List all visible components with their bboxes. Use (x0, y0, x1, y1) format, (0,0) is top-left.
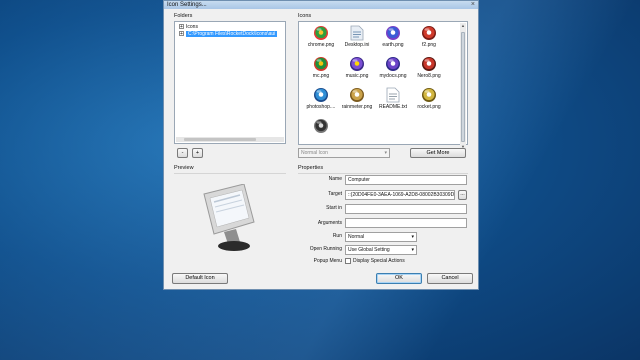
folders-horizontal-scrollbar[interactable] (176, 137, 284, 142)
divider (174, 173, 286, 174)
earth-icon (386, 26, 400, 40)
f2-icon (422, 26, 436, 40)
preview-label: Preview (174, 165, 194, 171)
nero-icon (422, 57, 436, 71)
icons-label: Icons (298, 13, 312, 19)
photoshop-icon (314, 88, 328, 102)
icons-grid[interactable]: chrome.png Desktop.ini earth.png f2.png … (298, 21, 468, 149)
open-running-select[interactable]: Use Global Setting ▾ (345, 245, 417, 255)
title-bar: Icon Settings... × (164, 1, 478, 9)
icon-file-name: f2.png (422, 42, 436, 48)
chevron-down-icon: ▾ (411, 247, 414, 253)
open-running-label: Open Running (309, 246, 342, 252)
popup-menu-label: Popup Menu (313, 258, 342, 264)
preview-computer-icon (202, 183, 260, 254)
target-label: Target (328, 191, 342, 197)
target-field[interactable]: ::{20D04FE0-3AEA-1069-A2D8-08002B30309D} (345, 190, 455, 200)
tree-item-aui-folder[interactable]: + C:\Program Files\RocketDock\Icons\aui (179, 31, 278, 37)
get-more-button[interactable]: Get More (410, 148, 466, 158)
icon-settings-dialog: Icon Settings... × Folders + Icons + C:\Pr… (163, 0, 479, 290)
chevron-down-icon: ▾ (384, 150, 387, 156)
icon-file-name: rocket.png (417, 104, 441, 110)
start-in-label: Start in (326, 205, 342, 211)
run-value: Normal (348, 234, 365, 240)
icons-vertical-scrollbar[interactable]: ▲ ▼ (460, 23, 466, 149)
ok-button[interactable]: OK (376, 273, 422, 284)
music-icon (350, 57, 364, 71)
scrollbar-thumb[interactable] (184, 138, 256, 141)
tree-item-icons[interactable]: + Icons (179, 24, 198, 30)
rainmeter-icon (350, 88, 364, 102)
icon-file-name: rainmeter.png (341, 104, 373, 110)
mydocs-icon (386, 57, 400, 71)
ini-file-icon (350, 25, 364, 41)
icon-file-name: Nero8.png (417, 73, 441, 79)
scrollbar-thumb[interactable] (461, 32, 465, 142)
rocket-icon (422, 88, 436, 102)
expand-icon[interactable]: + (179, 24, 184, 30)
icon-grid-item[interactable]: rocket.png (411, 87, 447, 123)
chevron-down-icon: ▾ (411, 234, 414, 240)
add-folder-button[interactable]: + (192, 148, 203, 158)
tree-item-label: Icons (186, 24, 198, 30)
icon-filter-value: Normal Icon (301, 150, 328, 156)
icon-grid-item[interactable]: README.txt (375, 87, 411, 123)
window-title: Icon Settings... (167, 2, 207, 8)
mc-icon (314, 57, 328, 71)
icon-file-name: music.png (345, 73, 369, 79)
browse-target-button[interactable]: ... (458, 190, 467, 200)
default-icon-button[interactable]: Default Icon (172, 273, 228, 284)
start-in-field[interactable] (345, 204, 467, 214)
name-field[interactable]: Computer (345, 175, 467, 185)
close-icon[interactable]: × (471, 1, 475, 9)
icon-file-name: mc.png (312, 73, 330, 79)
display-special-actions-label: Display Special Actions (353, 258, 405, 264)
folders-tree[interactable]: + Icons + C:\Program Files\RocketDock\Icon… (174, 21, 286, 144)
icon-grid-item[interactable]: rainmeter.png (339, 87, 375, 123)
cancel-button[interactable]: Cancel (427, 273, 473, 284)
text-file-icon (386, 87, 400, 103)
display-special-actions-checkbox[interactable] (345, 258, 351, 264)
icon-file-name: earth.png (382, 42, 404, 48)
open-running-value: Use Global Setting (348, 247, 390, 253)
icon-file-name: photoshop.... (306, 104, 336, 110)
properties-label: Properties (298, 165, 324, 171)
scroll-up-icon[interactable]: ▲ (460, 23, 466, 28)
name-label: Name (328, 176, 342, 182)
icon-file-name: mydocs.png (379, 73, 407, 79)
icon-file-name: README.txt (378, 104, 408, 110)
divider (298, 173, 468, 174)
arguments-label: Arguments (317, 220, 342, 226)
icon-filter-select[interactable]: Normal Icon ▾ (298, 148, 390, 158)
icon-file-name: Desktop.ini (344, 42, 370, 48)
expand-icon[interactable]: + (179, 31, 184, 37)
unnamed-icon (314, 119, 328, 133)
run-select[interactable]: Normal ▾ (345, 232, 417, 242)
remove-folder-button[interactable]: - (177, 148, 188, 158)
chrome-icon (314, 26, 328, 40)
tree-item-label: C:\Program Files\RocketDock\Icons\aui (186, 31, 278, 37)
arguments-field[interactable] (345, 218, 467, 228)
icon-file-name: chrome.png (307, 42, 335, 48)
run-label: Run (332, 233, 342, 239)
folders-label: Folders (174, 13, 193, 19)
